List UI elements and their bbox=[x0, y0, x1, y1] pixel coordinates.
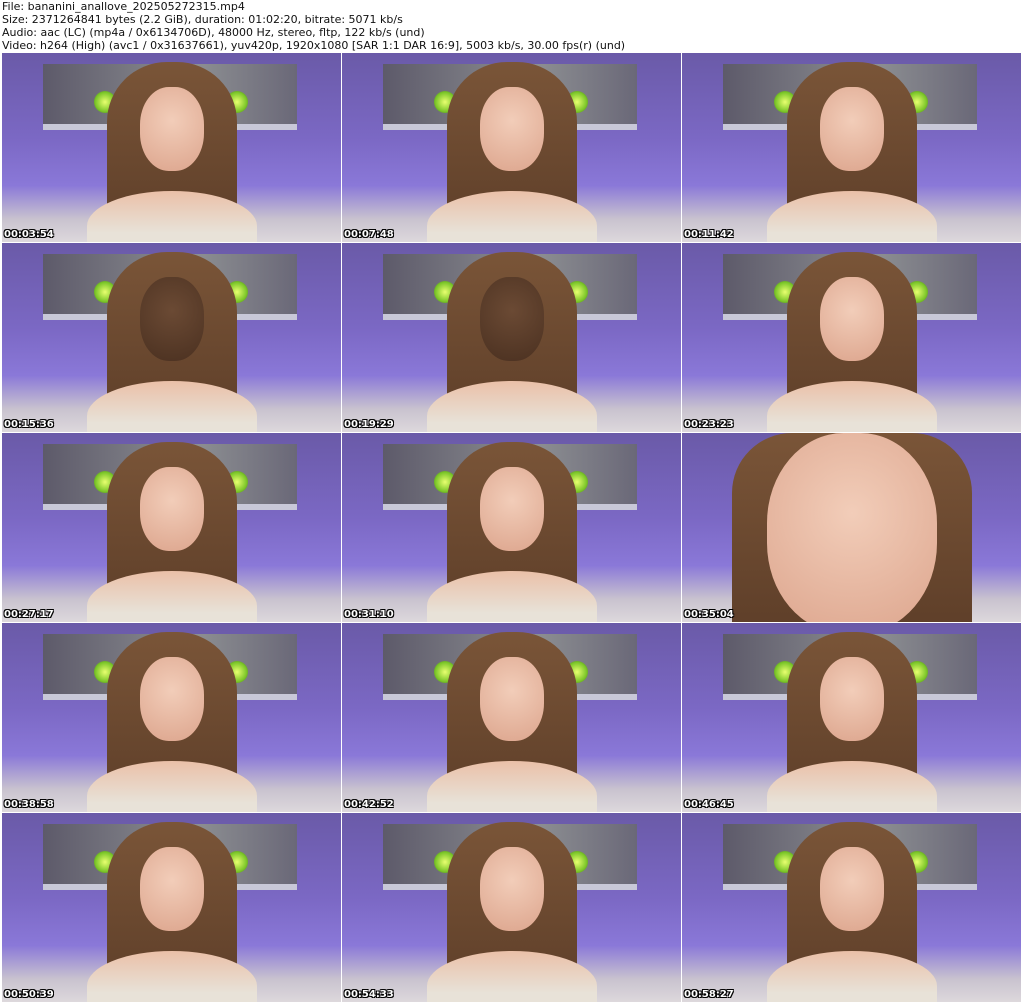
person-face bbox=[139, 87, 204, 172]
video-thumbnail: 00:27:17 bbox=[2, 433, 341, 622]
file-size-info: Size: 2371264841 bytes (2.2 GiB), durati… bbox=[2, 13, 403, 26]
thumbnail-grid: 00:03:54 00:07:48 00:11:42 00:15:36 00:19:29… bbox=[2, 53, 1021, 1002]
timestamp-label: 00:42:52 bbox=[344, 799, 394, 810]
person-face bbox=[139, 847, 204, 932]
timestamp-label: 00:03:54 bbox=[4, 229, 54, 240]
person-face bbox=[479, 277, 544, 362]
video-thumbnail: 00:42:52 bbox=[342, 623, 681, 812]
person-face bbox=[819, 87, 884, 172]
person-face bbox=[819, 277, 884, 362]
timestamp-label: 00:31:10 bbox=[344, 609, 394, 620]
timestamp-label: 00:19:29 bbox=[344, 419, 394, 430]
timestamp-label: 00:27:17 bbox=[4, 609, 54, 620]
video-thumbnail: 00:58:27 bbox=[682, 813, 1021, 1002]
video-thumbnail: 00:15:36 bbox=[2, 243, 341, 432]
person-face bbox=[819, 657, 884, 742]
video-thumbnail: 00:07:48 bbox=[342, 53, 681, 242]
audio-info: Audio: aac (LC) (mp4a / 0x6134706D), 480… bbox=[2, 26, 425, 39]
person-face bbox=[139, 467, 204, 552]
video-thumbnail: 00:03:54 bbox=[2, 53, 341, 242]
person-face bbox=[479, 467, 544, 552]
timestamp-label: 00:23:23 bbox=[684, 419, 734, 430]
video-thumbnail: 00:50:39 bbox=[2, 813, 341, 1002]
person-face bbox=[479, 87, 544, 172]
person-face bbox=[139, 277, 204, 362]
video-thumbnail: 00:11:42 bbox=[682, 53, 1021, 242]
person-face bbox=[819, 847, 884, 932]
file-name: File: bananini_anallove_202505272315.mp4 bbox=[2, 0, 245, 13]
timestamp-label: 00:35:04 bbox=[684, 609, 734, 620]
video-thumbnail: 00:35:04 bbox=[682, 433, 1021, 622]
video-thumbnail: 00:38:58 bbox=[2, 623, 341, 812]
timestamp-label: 00:07:48 bbox=[344, 229, 394, 240]
timestamp-label: 00:11:42 bbox=[684, 229, 734, 240]
person-face bbox=[139, 657, 204, 742]
video-thumbnail: 00:54:33 bbox=[342, 813, 681, 1002]
timestamp-label: 00:15:36 bbox=[4, 419, 54, 430]
person-face bbox=[479, 657, 544, 742]
video-thumbnail: 00:23:23 bbox=[682, 243, 1021, 432]
person-face bbox=[479, 847, 544, 932]
timestamp-label: 00:54:33 bbox=[344, 989, 394, 1000]
person-face bbox=[766, 433, 937, 622]
video-thumbnail: 00:19:29 bbox=[342, 243, 681, 432]
timestamp-label: 00:38:58 bbox=[4, 799, 54, 810]
timestamp-label: 00:50:39 bbox=[4, 989, 54, 1000]
timestamp-label: 00:46:45 bbox=[684, 799, 734, 810]
video-info: Video: h264 (High) (avc1 / 0x31637661), … bbox=[2, 39, 626, 52]
video-thumbnail: 00:31:10 bbox=[342, 433, 681, 622]
timestamp-label: 00:58:27 bbox=[684, 989, 734, 1000]
video-thumbnail: 00:46:45 bbox=[682, 623, 1021, 812]
